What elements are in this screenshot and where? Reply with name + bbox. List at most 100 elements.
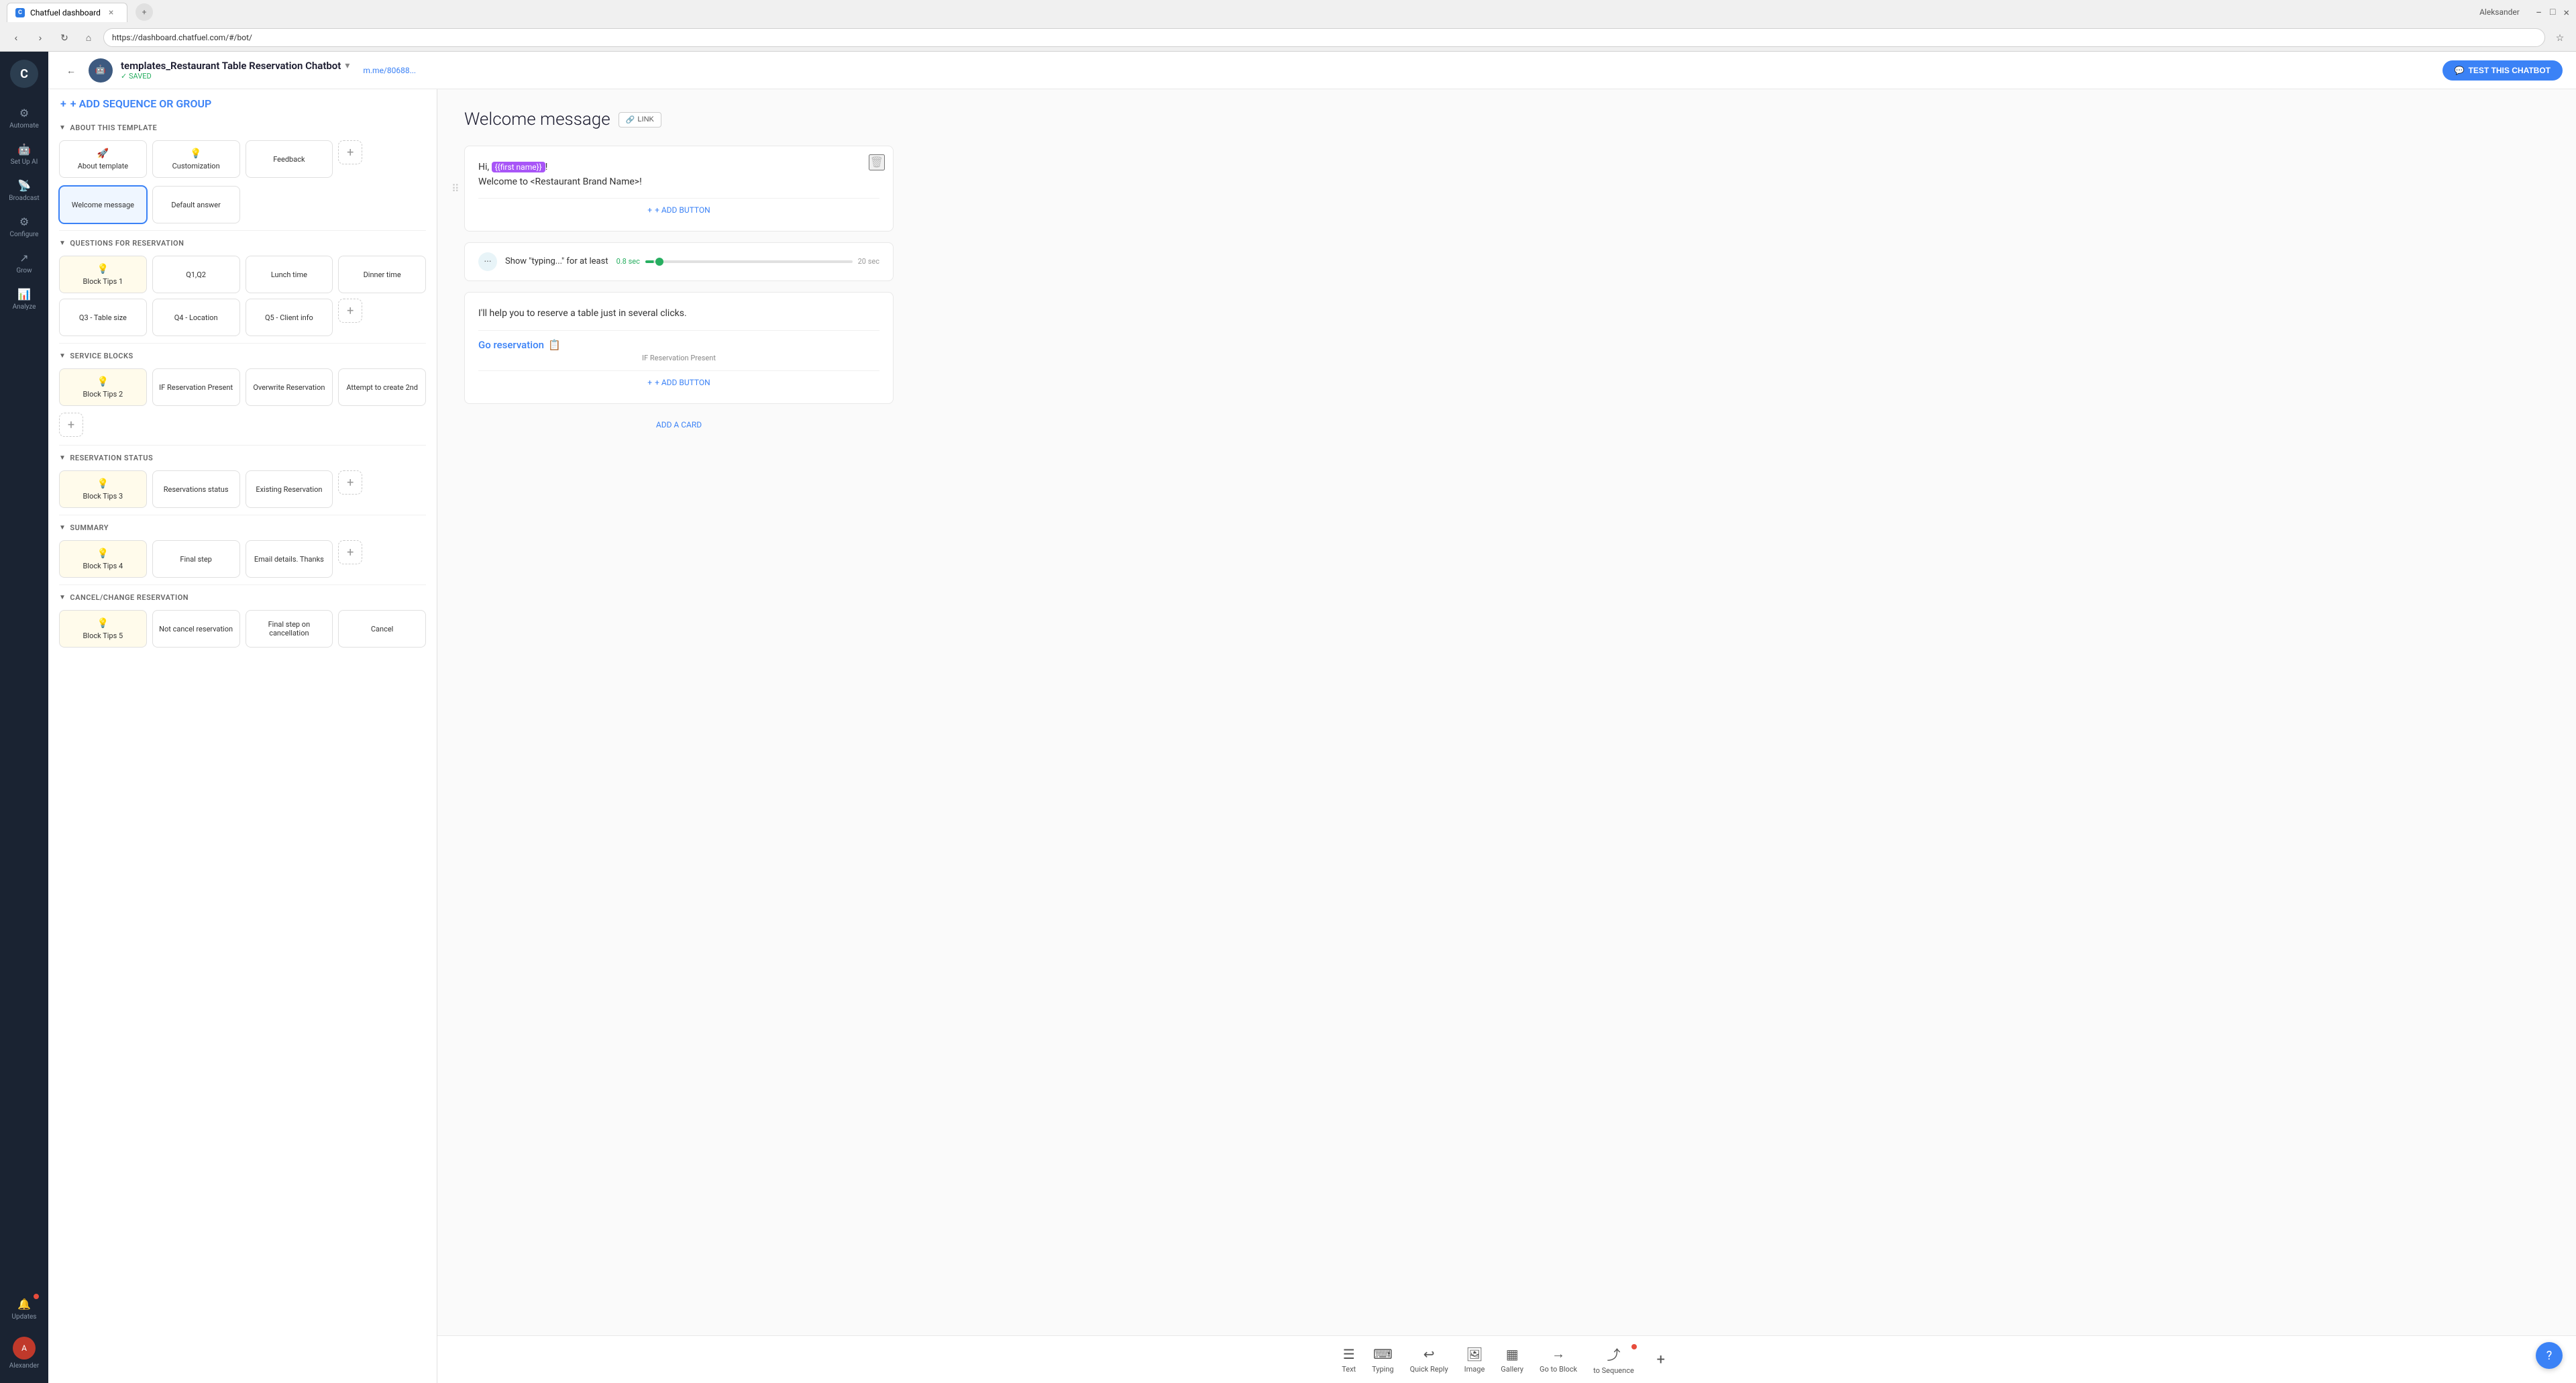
group-header-cancel[interactable]: ▼ CANCEL/CHANGE RESERVATION [48,588,437,606]
message-2-text: I'll help you to reserve a table just in… [478,306,879,321]
help-btn[interactable]: ? [2536,1342,2563,1369]
block-tips-2[interactable]: 💡 Block Tips 2 [59,368,147,406]
back-btn[interactable]: ‹ [7,28,25,47]
add-block-res-status[interactable]: + [338,470,362,495]
typing-slider[interactable] [645,260,853,263]
browser-tab[interactable]: C Chatfuel dashboard × [7,3,127,22]
home-btn[interactable]: ⌂ [79,28,98,47]
close-btn[interactable]: × [2563,6,2569,19]
toolbar-to-sequence[interactable]: ⤴ to Sequence [1593,1344,1634,1375]
sidebar-item-analyze[interactable]: 📊 Analyze [0,283,48,316]
reload-btn[interactable]: ↻ [55,28,74,47]
sidebar-item-configure[interactable]: ⚙ Configure [0,210,48,244]
sequence-red-dot [1631,1344,1637,1349]
bottom-toolbar: ☰ Text ⌨ Typing ↩ Quick Reply 🖼 Image [437,1335,2576,1383]
block-existing-reservation[interactable]: Existing Reservation [246,470,333,508]
block-tips-3[interactable]: 💡 Block Tips 3 [59,470,147,508]
toolbar-add-btn[interactable]: + [1650,1349,1672,1370]
forward-btn[interactable]: › [31,28,50,47]
block-q4-location[interactable]: Q4 - Location [152,299,240,336]
group-header-service[interactable]: ▼ SERVICE BLOCKS [48,346,437,364]
block-if-reservation[interactable]: IF Reservation Present [152,368,240,406]
block-tips-1[interactable]: 💡 Block Tips 1 [59,256,147,293]
updates-btn[interactable]: 🔔 Updates [8,1292,41,1326]
group-header-about[interactable]: ▼ ABOUT THIS TEMPLATE [48,118,437,136]
tab-close-btn[interactable]: × [109,7,113,18]
divider-3 [59,445,426,446]
group-header-questions[interactable]: ▼ QUESTIONS FOR RESERVATION [48,234,437,252]
block-about-template[interactable]: 🚀 About template [59,140,147,178]
delete-message-1-btn[interactable]: 🗑 [869,154,885,170]
block-overwrite[interactable]: Overwrite Reservation [246,368,333,406]
user-display-name: Aleksander [2479,7,2520,17]
bookmarks-btn[interactable]: ☆ [2551,28,2569,47]
maximize-btn[interactable]: □ [2550,6,2555,19]
add-block-about[interactable]: + [338,140,362,164]
sidebar-item-broadcast[interactable]: 📡 Broadcast [0,174,48,207]
block-not-cancel[interactable]: Not cancel reservation [152,610,240,648]
block-q5-client[interactable]: Q5 - Client info [246,299,333,336]
block-final-step-cancel[interactable]: Final step on cancellation [246,610,333,648]
app-layout: C ⚙ Automate 🤖 Set Up AI 📡 Broadcast ⚙ C… [0,52,2576,1383]
bot-link[interactable]: m.me/80688... [363,66,416,75]
image-label: Image [1464,1365,1485,1374]
toolbar-text[interactable]: ☰ Text [1342,1346,1356,1374]
toolbar-gallery[interactable]: ▦ Gallery [1501,1346,1523,1374]
minimize-btn[interactable]: − [2536,6,2542,19]
block-tips-5[interactable]: 💡 Block Tips 5 [59,610,147,648]
go-to-block-icon: → [1552,1345,1565,1362]
first-name-var[interactable]: {{first name}} [492,162,545,172]
block-final-step[interactable]: Final step [152,540,240,578]
test-btn-label: TEST THIS CHATBOT [2469,66,2551,75]
add-card-row[interactable]: ADD A CARD [464,415,894,435]
block-q1q2[interactable]: Q1,Q2 [152,256,240,293]
block-customization[interactable]: 💡 Customization [152,140,240,178]
bot-info: templates_Restaurant Table Reservation C… [121,60,350,81]
block-cancel[interactable]: Cancel [338,610,426,648]
bot-name-chevron[interactable]: ▾ [345,60,350,71]
block-welcome-message[interactable]: Welcome message [59,186,147,223]
block-feedback[interactable]: Feedback [246,140,333,178]
attempt-2nd-label: Attempt to create 2nd [346,383,418,392]
block-reservations-status[interactable]: Reservations status [152,470,240,508]
block-q3-table[interactable]: Q3 - Table size [59,299,147,336]
group-chevron-questions: ▼ [59,240,66,247]
block-tips-4[interactable]: 💡 Block Tips 4 [59,540,147,578]
app-logo[interactable]: C [10,60,38,88]
group-header-summary[interactable]: ▼ SUMMARY [48,518,437,536]
drag-handle-1[interactable]: ⠿ [451,182,460,195]
link-btn[interactable]: 🔗 LINK [619,112,661,127]
sidebar-user[interactable]: A Alexander [5,1331,44,1375]
add-button-row-1[interactable]: + + ADD BUTTON [478,198,879,217]
block-email-details[interactable]: Email details. Thanks [246,540,333,578]
new-tab-btn[interactable]: + [136,3,153,21]
block-lunch-time[interactable]: Lunch time [246,256,333,293]
sidebar-item-setup-ai[interactable]: 🤖 Set Up AI [0,138,48,171]
add-block-service[interactable]: + [59,413,83,437]
group-header-reservation-status[interactable]: ▼ RESERVATION STATUS [48,448,437,466]
add-block-questions[interactable]: + [338,299,362,323]
sidebar-item-automate[interactable]: ⚙ Automate [0,101,48,135]
block-dinner-time[interactable]: Dinner time [338,256,426,293]
typing-slider-wrap: 0.8 sec 20 sec [616,257,879,266]
bot-name: templates_Restaurant Table Reservation C… [121,60,341,72]
block-attempt-2nd[interactable]: Attempt to create 2nd [338,368,426,406]
add-button-row-2[interactable]: + + ADD BUTTON [478,370,879,390]
toolbar-image[interactable]: 🖼 Image [1464,1346,1485,1374]
go-reservation-link-wrap[interactable]: Go reservation 📋 IF Reservation Present [478,339,879,362]
toolbar-quick-reply[interactable]: ↩ Quick Reply [1410,1346,1448,1374]
block-title-row: Welcome message 🔗 LINK [464,109,2549,130]
sidebar-item-grow[interactable]: ↗ Grow [0,246,48,280]
url-bar[interactable]: https://dashboard.chatfuel.com/#/bot/ [103,28,2545,47]
group-chevron-cancel: ▼ [59,594,66,601]
block-default-answer[interactable]: Default answer [152,186,240,223]
tips2-icon: 💡 [97,376,109,387]
add-sequence-btn[interactable]: + + ADD SEQUENCE OR GROUP [48,89,437,118]
toolbar-go-to-block[interactable]: → Go to Block [1540,1345,1577,1374]
header-back-btn[interactable]: ← [62,61,80,80]
add-block-summary[interactable]: + [338,540,362,564]
typing-toolbar-label: Typing [1372,1365,1393,1374]
go-reservation-link[interactable]: Go reservation 📋 [478,339,879,351]
toolbar-typing[interactable]: ⌨ Typing [1372,1346,1393,1374]
test-chatbot-btn[interactable]: 💬 TEST THIS CHATBOT [2443,60,2563,81]
